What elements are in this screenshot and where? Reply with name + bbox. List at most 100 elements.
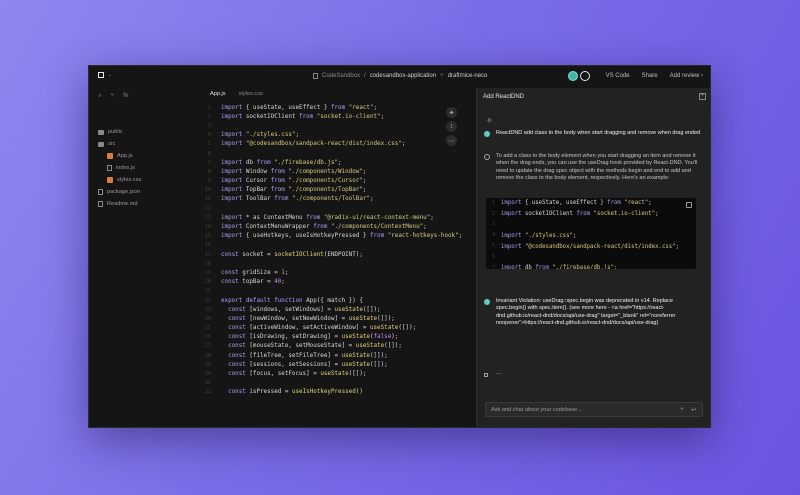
code-editor[interactable]: App.js styles.css 1 import { useState, us… [199, 86, 467, 427]
code-line[interactable]: 20 const topBar = 40; [199, 278, 467, 287]
code-line[interactable]: 3 [486, 220, 696, 231]
code-text: const [isDrawing, setDrawing] = useState… [228, 334, 399, 341]
code-lines[interactable]: 1 import { useState, useEffect } from "re… [199, 103, 467, 397]
user-avatar-icon [484, 299, 490, 305]
settings-icon[interactable]: % [123, 93, 128, 100]
sandbox-icon [313, 73, 318, 79]
panel-title: Add ReactDND [483, 93, 525, 100]
code-line[interactable]: 6 [486, 252, 696, 263]
tab-app-js[interactable]: App.js [210, 91, 226, 97]
code-line[interactable]: 19 const gridSize = 1; [199, 268, 467, 277]
code-line[interactable]: 3 [199, 121, 467, 130]
code-text: import ToolBar from "./components/ToolBa… [221, 196, 374, 203]
code-line[interactable]: 11 import ToolBar from "./components/Tool… [199, 195, 467, 204]
git-icon[interactable]: ⑂ [110, 93, 114, 100]
ai-assist-icon[interactable]: ✦ [446, 107, 457, 118]
branch-name[interactable]: draft/nice-neco [448, 73, 488, 79]
code-line[interactable]: 16 [199, 241, 467, 250]
code-line[interactable]: 10 import TopBar from "./components/TopBa… [199, 186, 467, 195]
codesandbox-logo-icon [98, 72, 104, 78]
branch-icon: ⑂ [440, 73, 444, 79]
code-text: import "./styles.css"; [221, 132, 300, 139]
code-line[interactable]: 2 import socketIOClient from "socket.io-c… [199, 112, 467, 121]
titlebar-actions: VS Code Share Add review › [567, 66, 703, 86]
code-line[interactable]: 5 import "@codesandbox/sandpack-react/dis… [486, 241, 696, 252]
code-line[interactable]: 30 const [focus, setFocus] = useState([]… [199, 369, 467, 378]
file-tree-item[interactable]: App.js [89, 150, 199, 162]
code-line[interactable]: 4 import "./styles.css"; [486, 230, 696, 241]
more-icon[interactable]: ⋯ [446, 135, 457, 146]
file-tree-item[interactable]: styles.css [89, 174, 199, 186]
code-line[interactable]: 23 const [windows, setWindows] = useStat… [199, 305, 467, 314]
share-button[interactable]: Share [642, 73, 658, 79]
code-line[interactable]: 32 const isPressed = useIsHotkeyPressed(… [199, 388, 467, 397]
line-number: 24 [204, 315, 211, 322]
code-line[interactable]: 25 const [activeWindow, setActiveWindow]… [199, 324, 467, 333]
send-icon[interactable]: ↵ [691, 406, 697, 414]
code-line[interactable]: 1 import { useState, useEffect } from "re… [486, 198, 696, 209]
line-number: 28 [204, 352, 211, 359]
chat-input[interactable]: Ask and chat about your codebase... + ↵ [485, 402, 703, 417]
code-text: import "./styles.css"; [501, 232, 577, 239]
code-line[interactable]: 7 import db from "./firebase/db.js"; [199, 158, 467, 167]
code-line[interactable]: 6 [199, 149, 467, 158]
code-line[interactable]: 14 import ContextMenuWrapper from "./comp… [199, 222, 467, 231]
code-line[interactable]: 1 import { useState, useEffect } from "re… [199, 103, 467, 112]
message-text: Invariant Violation: useDrag::spec.begin… [496, 298, 676, 327]
code-line[interactable]: 27 const [mouseState, setMouseState] = u… [199, 342, 467, 351]
file-tree-item[interactable]: package.json [89, 186, 199, 198]
code-line[interactable]: 17 const socket = socketIOClient(ENDPOINT… [199, 250, 467, 259]
add-review-button[interactable]: Add review › [670, 73, 703, 79]
code-text: import ContextMenuWrapper from "./compon… [221, 224, 427, 231]
breadcrumb-repo[interactable]: codesandbox-application [370, 73, 436, 79]
code-line[interactable]: 8 import Window from "./components/Window… [199, 167, 467, 176]
file-tree-item[interactable]: src [89, 138, 199, 150]
code-line[interactable]: 31 [199, 379, 467, 388]
code-line[interactable]: 7 import db from "./firebase/db.js"; [486, 263, 696, 269]
code-line[interactable]: 21 [199, 287, 467, 296]
file-tree-item[interactable]: Readme.md [89, 198, 199, 210]
file-tree-item[interactable]: public [89, 126, 199, 138]
code-line[interactable]: 9 import Cursor from "./components/Cursor… [199, 177, 467, 186]
move-icon[interactable]: ↕ [446, 121, 457, 132]
code-line[interactable]: 5 import "@codesandbox/sandpack-react/dis… [199, 140, 467, 149]
line-number: 11 [204, 196, 211, 203]
breadcrumb-org[interactable]: CodeSandbox [322, 73, 360, 79]
file-tree-item[interactable]: index.js [89, 162, 199, 174]
code-line[interactable]: 29 const [sessions, setSessions] = useSt… [199, 360, 467, 369]
app-menu[interactable]: ⌄ [98, 72, 112, 78]
code-line[interactable]: 2 import socketIOClient from "socket.io-c… [486, 209, 696, 220]
avatar[interactable] [579, 71, 590, 81]
avatar[interactable] [567, 71, 578, 81]
assistant-icon [484, 373, 488, 377]
new-chat-icon[interactable]: + [699, 93, 706, 100]
code-line[interactable]: 4 import "./styles.css"; [199, 131, 467, 140]
code-line[interactable]: 22 export default function App({ match })… [199, 296, 467, 305]
tab-styles-css[interactable]: styles.css [239, 91, 263, 97]
vscode-button[interactable]: VS Code [606, 73, 630, 79]
panel-header: Add ReactDND + [477, 88, 710, 105]
code-line[interactable]: 15 import { useHotkeys, useIsHotkeyPresse… [199, 232, 467, 241]
code-line[interactable]: 12 [199, 204, 467, 213]
file-name: index.js [116, 165, 135, 171]
code-line[interactable]: 13 import * as ContextMenu from "@radix-u… [199, 213, 467, 222]
line-number: 6 [207, 150, 211, 157]
line-number: 5 [492, 244, 495, 250]
code-line[interactable]: 28 const [fileTree, setFileTree] = useSt… [199, 351, 467, 360]
line-number: 7 [492, 265, 495, 269]
chat-message-user: Invariant Violation: useDrag::spec.begin… [484, 298, 701, 328]
code-snippet[interactable]: 1 import { useState, useEffect } from "re… [486, 198, 696, 269]
code-line[interactable]: 26 const [isDrawing, setDrawing] = useSt… [199, 333, 467, 342]
line-number: 31 [204, 380, 211, 387]
add-context-icon[interactable]: + [680, 406, 684, 413]
code-line[interactable]: 18 [199, 259, 467, 268]
line-number: 20 [204, 279, 211, 286]
file-icon [98, 189, 103, 195]
breadcrumb-separator: / [364, 73, 366, 79]
code-text: export default function App({ match }) { [221, 297, 363, 304]
search-icon[interactable]: ⌕ [98, 93, 101, 100]
code-line[interactable]: 24 const [newWindow, setNewWindow] = use… [199, 314, 467, 323]
code-text: const [focus, setFocus] = useState([]); [228, 371, 367, 378]
copy-icon[interactable] [686, 202, 692, 208]
collaborator-avatars[interactable] [567, 71, 590, 81]
